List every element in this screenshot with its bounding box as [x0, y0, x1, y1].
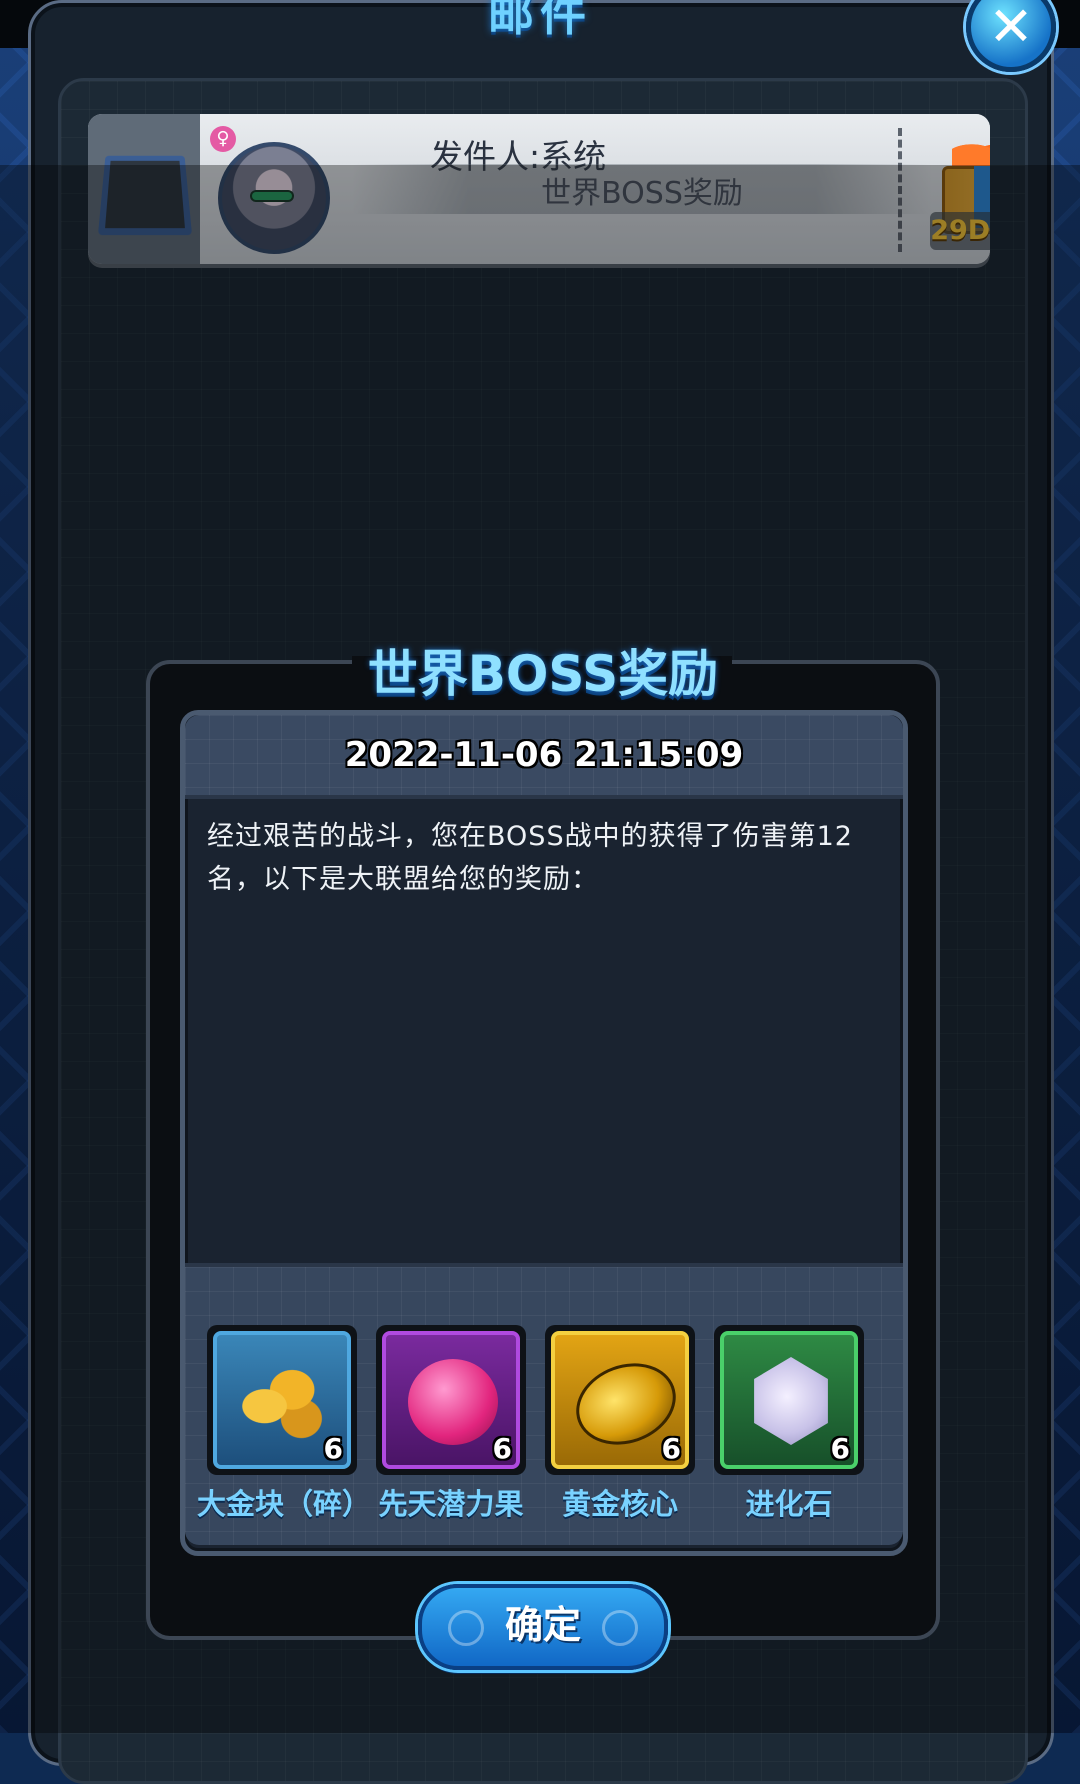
reward-icon-frame: 6	[551, 1331, 689, 1469]
confirm-button[interactable]: 确定	[418, 1584, 668, 1670]
reward-icon-frame: 6	[382, 1331, 520, 1469]
reward-count: 6	[830, 1432, 850, 1465]
female-icon: ♀	[210, 126, 236, 152]
reward-name: 黄金核心	[561, 1487, 678, 1521]
reward-count: 6	[323, 1432, 343, 1465]
reward-item[interactable]: 6 进化石	[714, 1325, 864, 1525]
reward-count: 6	[492, 1432, 512, 1465]
evolution-stone-icon	[754, 1357, 828, 1445]
reward-name: 大金块（碎）	[197, 1487, 372, 1521]
reward-popup: 世界BOSS奖励 2022-11-06 21:15:09 经过艰苦的战斗，您在B…	[146, 645, 940, 1640]
window-title: 邮件	[488, 0, 592, 41]
reward-icon-frame: 6	[720, 1331, 858, 1469]
button-decoration-icon	[602, 1610, 638, 1646]
mail-message: 经过艰苦的战斗，您在BOSS战中的获得了伤害第12名，以下是大联盟给您的奖励：	[207, 821, 853, 895]
raspberry-icon	[408, 1359, 498, 1445]
mail-date: 2022-11-06 21:15:09	[344, 735, 744, 775]
close-icon: ✕	[988, 0, 1034, 58]
reward-icon-frame: 6	[213, 1331, 351, 1469]
reward-name: 进化石	[745, 1487, 833, 1521]
button-decoration-icon	[448, 1610, 484, 1646]
reward-item[interactable]: 6 大金块（碎）	[197, 1325, 371, 1525]
popup-title: 世界BOSS奖励	[367, 645, 719, 703]
rewards-area: 6 大金块（碎） 6 先天潜力果 6 黄金核心 6 进化石	[185, 1263, 903, 1545]
gold-nugget-icon	[237, 1357, 329, 1439]
reward-name: 先天潜力果	[378, 1487, 524, 1521]
date-bar: 2022-11-06 21:15:09	[185, 715, 903, 799]
reward-item[interactable]: 6 黄金核心	[545, 1325, 695, 1525]
mail-content-panel: 2022-11-06 21:15:09 经过艰苦的战斗，您在BOSS战中的获得了…	[180, 710, 908, 1556]
reward-count: 6	[661, 1432, 681, 1465]
confirm-label: 确定	[504, 1603, 581, 1647]
reward-item[interactable]: 6 先天潜力果	[376, 1325, 526, 1525]
